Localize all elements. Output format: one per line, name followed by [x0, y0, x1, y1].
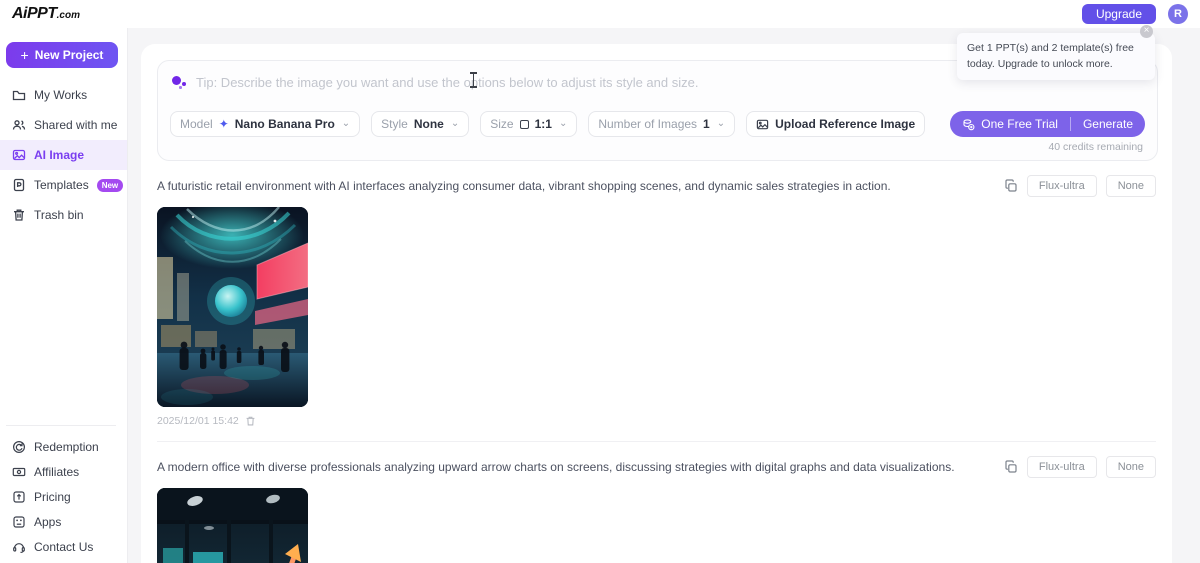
- sidebar-item-shared-with-me[interactable]: Shared with me: [0, 110, 127, 140]
- plus-icon: +: [21, 48, 29, 62]
- sidebar-item-apps[interactable]: Apps: [0, 509, 122, 534]
- free-quota-tooltip: × Get 1 PPT(s) and 2 template(s) free to…: [957, 33, 1155, 80]
- coins-icon: [962, 118, 975, 131]
- sidebar-divider: [6, 425, 116, 426]
- style-select[interactable]: Style None ⌄: [371, 111, 469, 137]
- sidebar-item-my-works[interactable]: My Works: [0, 80, 127, 110]
- new-badge: New: [97, 179, 123, 192]
- sidebar-item-affiliates[interactable]: Affiliates: [0, 459, 122, 484]
- chevron-down-icon: ⌄: [451, 119, 459, 129]
- sidebar-item-trash-bin[interactable]: Trash bin: [0, 200, 127, 230]
- chevron-down-icon: ⌄: [559, 119, 567, 129]
- text-cursor-icon: [469, 72, 478, 88]
- generate-button-group: One Free Trial Generate: [950, 111, 1145, 137]
- sidebar-item-ai-image[interactable]: AI Image: [0, 140, 127, 170]
- model-tag[interactable]: Flux-ultra: [1027, 175, 1097, 197]
- generated-image-futuristic-retail[interactable]: [157, 207, 308, 407]
- people-icon: [12, 118, 26, 132]
- model-select[interactable]: Model ✦ Nano Banana Pro ⌄: [170, 111, 360, 137]
- headset-icon: [12, 540, 26, 554]
- apps-icon: [12, 515, 26, 529]
- upload-image-icon: [756, 118, 769, 131]
- copy-prompt-button[interactable]: [1004, 179, 1018, 193]
- upgrade-button[interactable]: Upgrade: [1082, 4, 1156, 24]
- history-row: A futuristic retail environment with AI …: [157, 175, 1156, 442]
- template-doc-icon: [12, 178, 26, 192]
- sidebar-item-contact-us[interactable]: Contact Us: [0, 534, 122, 559]
- prompt-placeholder: Tip: Describe the image you want and use…: [196, 74, 698, 90]
- credits-remaining: 40 credits remaining: [158, 141, 1157, 160]
- content-panel: Tip: Describe the image you want and use…: [141, 44, 1172, 563]
- copy-prompt-button[interactable]: [1004, 460, 1018, 474]
- top-bar: AiPPT.com Upgrade R: [0, 0, 1200, 28]
- copy-icon: [1004, 460, 1018, 474]
- prompt-text: A modern office with diverse professiona…: [157, 460, 1004, 474]
- model-sparkle-icon: ✦: [219, 117, 229, 131]
- image-count-select[interactable]: Number of Images 1 ⌄: [588, 111, 735, 137]
- size-select[interactable]: Size 1:1 ⌄: [480, 111, 577, 137]
- aippt-logo: AiPPT.com: [12, 5, 80, 23]
- model-tag[interactable]: Flux-ultra: [1027, 456, 1097, 478]
- redemption-icon: [12, 440, 26, 454]
- delete-generation-button[interactable]: [245, 415, 256, 427]
- banknote-icon: [12, 465, 26, 479]
- one-free-trial-button[interactable]: One Free Trial: [950, 111, 1070, 137]
- ai-image-icon: [12, 148, 26, 162]
- style-tag[interactable]: None: [1106, 175, 1156, 197]
- chevron-down-icon: ⌄: [342, 119, 350, 129]
- folder-icon: [12, 88, 26, 102]
- row-divider: [157, 441, 1156, 442]
- sidebar: + New Project My Works Shared with me AI…: [0, 28, 128, 563]
- history-row: A modern office with diverse professiona…: [157, 456, 1156, 563]
- generation-timestamp: 2025/12/01 15:42: [157, 415, 239, 427]
- style-tag[interactable]: None: [1106, 456, 1156, 478]
- close-icon[interactable]: ×: [1140, 25, 1153, 38]
- main-area: Tip: Describe the image you want and use…: [128, 28, 1200, 563]
- prompt-text: A futuristic retail environment with AI …: [157, 179, 1004, 193]
- new-project-button[interactable]: + New Project: [6, 42, 118, 68]
- generated-image-modern-office[interactable]: [157, 488, 308, 563]
- pricing-icon: [12, 490, 26, 504]
- sidebar-item-redemption[interactable]: Redemption: [0, 434, 122, 459]
- magic-sparkle-icon: [172, 75, 186, 89]
- user-avatar[interactable]: R: [1168, 4, 1188, 24]
- generate-button[interactable]: Generate: [1071, 111, 1145, 137]
- sidebar-item-pricing[interactable]: Pricing: [0, 484, 122, 509]
- chevron-down-icon: ⌄: [717, 119, 725, 129]
- trash-icon: [12, 208, 26, 222]
- trash-icon: [245, 415, 256, 427]
- copy-icon: [1004, 179, 1018, 193]
- upload-reference-image-button[interactable]: Upload Reference Image: [746, 111, 925, 137]
- aspect-square-icon: [520, 120, 529, 129]
- sidebar-item-templates[interactable]: Templates New: [0, 170, 127, 200]
